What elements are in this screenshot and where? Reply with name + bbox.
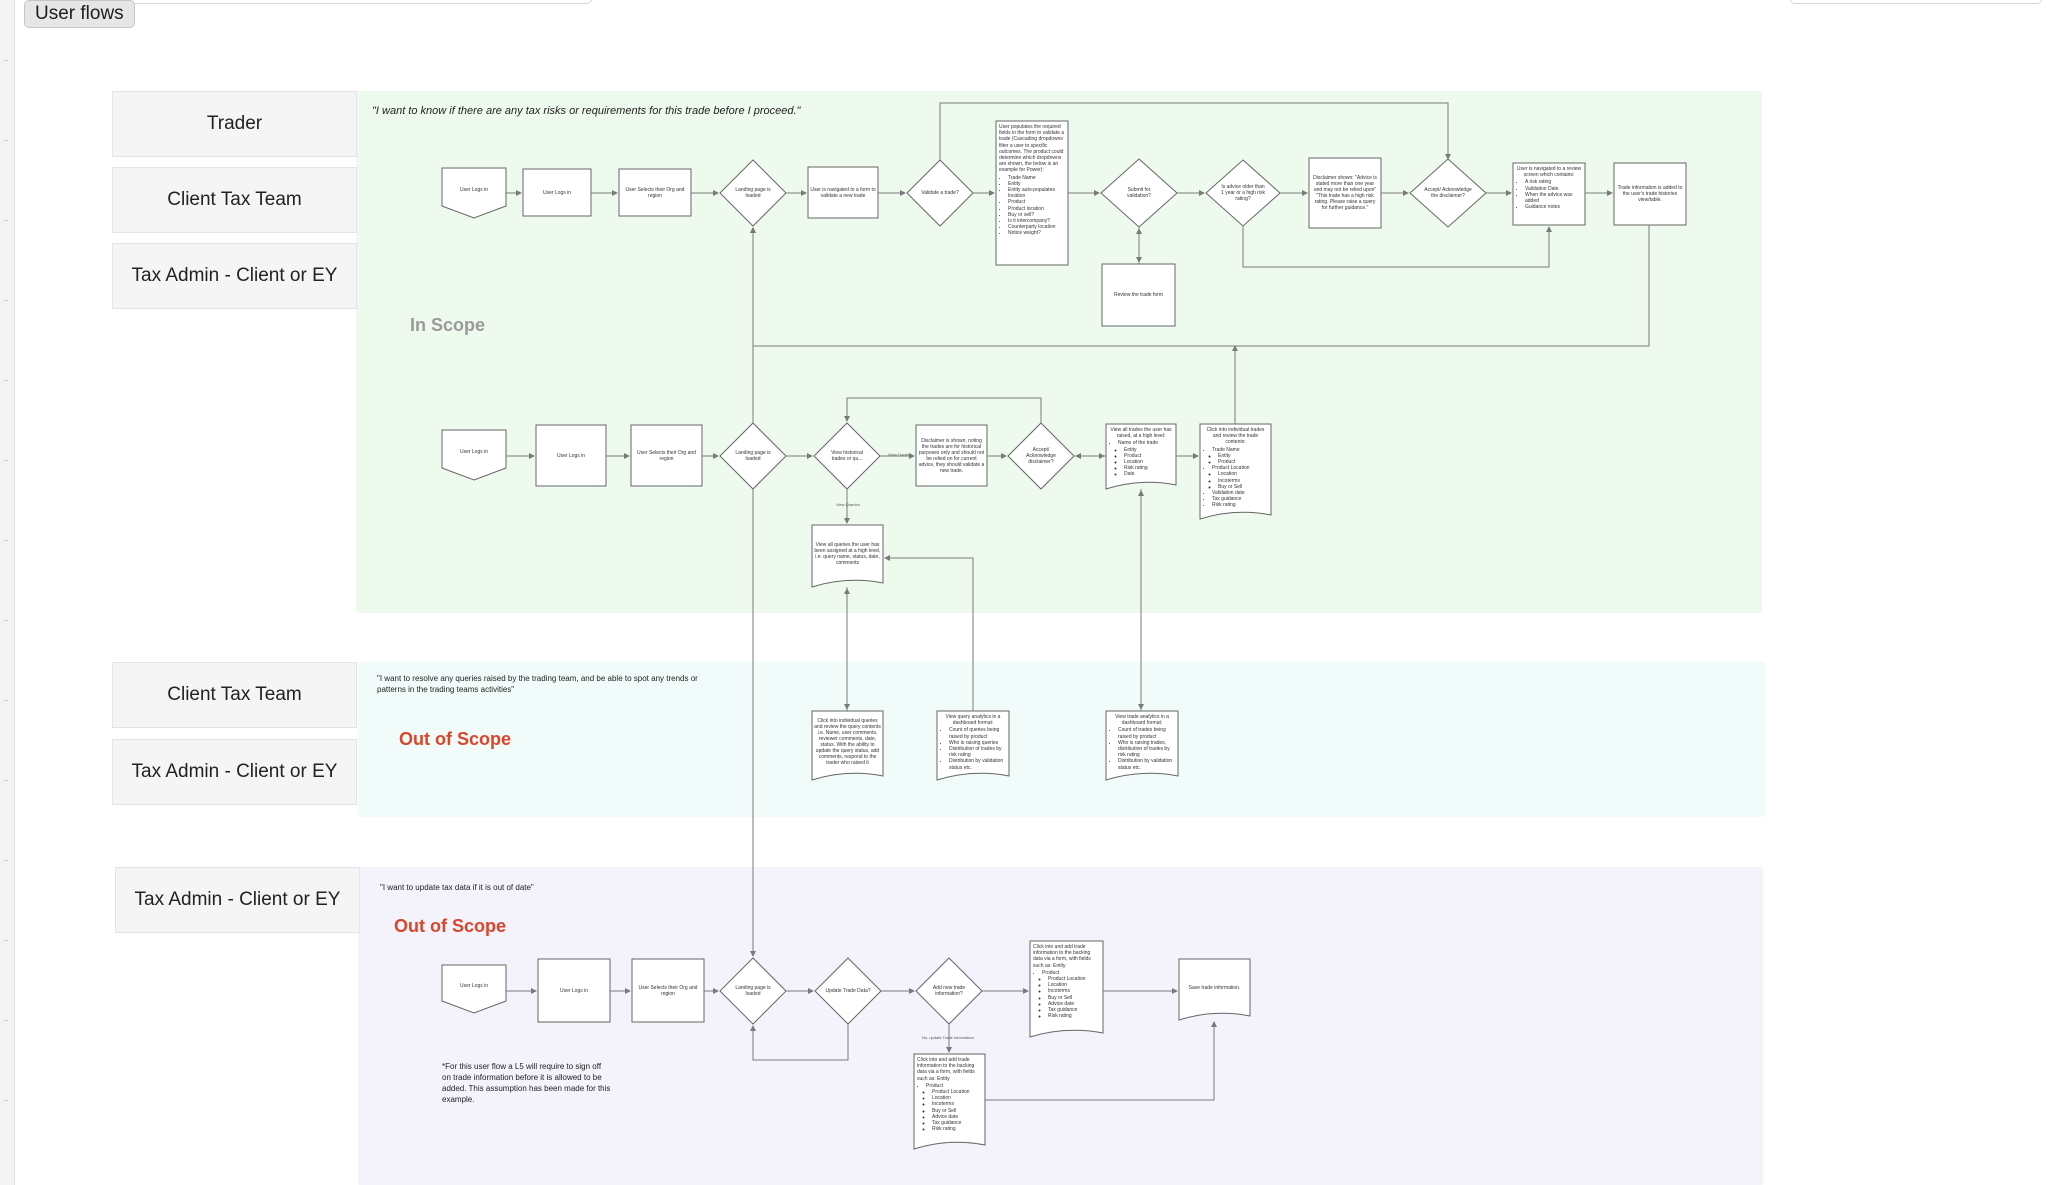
flowB-user-logs-in-2: User Logs in: [556, 452, 586, 459]
flowB-select-org: User Selects their Org and region: [637, 449, 696, 462]
list-item: Risk rating: [932, 1126, 982, 1132]
list-item: Count of queries being raised by product: [949, 727, 1006, 739]
s3-user-logs-in-2: User Logs in: [559, 987, 589, 994]
flowB-accept: Accept/ Acknowledge disclaimer?: [1026, 447, 1056, 465]
flowB-click-trade: Click into individual trades and review …: [1200, 424, 1271, 515]
flowB-view-hist: View historical trades or qu...: [831, 450, 863, 462]
s3-click-add-intro: Click into and add trade information to …: [1033, 944, 1091, 969]
flowA-user-logs-in: User Logs in: [459, 187, 489, 193]
edge-label-view-trades: View Trades: [888, 452, 910, 457]
flowB-click-trade-list: Trade Name Entity Product Product Locati…: [1203, 447, 1268, 509]
s3-click-add-2: Click into and add trade information to …: [914, 1054, 985, 1145]
s2-query-analytics-intro: View query analytics in a dashboard form…: [945, 714, 1001, 727]
list-item: Distribution by validation status etc.: [1118, 758, 1175, 770]
edge-label-view-queries: View Queries: [836, 502, 860, 507]
s3-save: Save trade information.: [1188, 984, 1241, 991]
list-item: Who is raising trades, distribution of t…: [1118, 740, 1175, 759]
list-item: Notice weight?: [1008, 230, 1065, 236]
flowB-view-trades-intro: View all trades the user has raised, at …: [1110, 427, 1172, 440]
list-item: When the advice was added: [1525, 192, 1582, 204]
list-item: Date: [1124, 471, 1173, 477]
flowA-review: Review the trade form: [1114, 292, 1163, 298]
flowA-redirected-intro: User is navigated to a review screen whi…: [1516, 166, 1582, 179]
flowA-disclaimer: Disclaimer shown: "Advice is stated more…: [1313, 175, 1377, 211]
s2-query-analytics: View query analytics in a dashboard form…: [937, 711, 1009, 776]
flowB-click-trade-intro: Click into individual trades and review …: [1206, 427, 1265, 446]
flowB-landing: Landing page is loaded: [735, 450, 771, 462]
flowB-view-trades: View all trades the user has raised, at …: [1106, 424, 1176, 485]
s3-click-add-2-list: Product Product Location Location Incote…: [917, 1083, 982, 1133]
flowA-user-logs-in-2: User Logs in: [542, 189, 572, 196]
s2-trade-analytics: View trade analytics in a dashboard form…: [1106, 711, 1178, 776]
s3-user-logs-in: User Logs in: [459, 983, 489, 989]
flowA-landing: Landing page is loaded: [735, 187, 771, 199]
s3-add-new: Add new trade information?: [932, 985, 966, 997]
flowA-navigated: User is navigated to a form to validate …: [810, 186, 876, 199]
s3-select-org: User Selects their Org and region: [638, 984, 698, 997]
list-item: Count of trades being raised by product: [1118, 727, 1175, 739]
list-item: Entity auto-populates location: [1008, 187, 1065, 199]
flowA-submit: Submit for validation?: [1127, 187, 1151, 199]
s3-click-add: Click into and add trade information to …: [1030, 941, 1103, 1033]
flowB-view-trades-list: Name of the trade Entity Product Locatio…: [1109, 440, 1173, 477]
s2-click-queries: Click into individual queries and review…: [814, 718, 881, 766]
flowA-redirected: User is navigated to a review screen whi…: [1513, 163, 1585, 225]
list-item: Distribution of trades by risk rating: [949, 746, 1006, 758]
flowB-user-logs-in: User Logs in: [459, 449, 489, 455]
flowA-redirected-list: A risk rating Validation Date When the a…: [1516, 179, 1582, 210]
list-item: Risk rating: [1048, 1013, 1100, 1019]
s3-note: *For this user flow a L5 will require to…: [442, 1062, 611, 1104]
flowA-form-intro: User populates the required fields in th…: [999, 124, 1065, 174]
flowB-disclaimer: Disclaimer is shown, noting the trades a…: [918, 437, 985, 474]
s2-query-analytics-list: Count of queries being raised by product…: [940, 727, 1006, 770]
flowA-accept: Accept/ Acknowledge the disclaimer?: [1424, 187, 1472, 199]
flowA-advice-older: Is advice older than 1 year or a high ri…: [1221, 184, 1265, 202]
list-item: Guidance notes: [1525, 204, 1582, 210]
s2-trade-analytics-list: Count of trades being raised by product …: [1109, 727, 1175, 770]
flowB-queries: View all queries the user has been assig…: [814, 542, 881, 566]
s3-click-add-list: Product Product Location Location Incote…: [1033, 970, 1100, 1020]
s3-click-add-2-intro: Click into and add trade information to …: [917, 1057, 975, 1082]
flowA-history: Trade information is added to the user's…: [1617, 185, 1683, 203]
s2-trade-analytics-intro: View trade analytics in a dashboard form…: [1115, 714, 1169, 727]
flowA-form-list: Trade Name Entity Entity auto-populates …: [999, 175, 1065, 237]
flowA-validate: Validate a trade?: [921, 190, 959, 196]
s3-update: Update Trade Data?: [825, 988, 871, 994]
edge-label-update: No, update Trade information: [922, 1035, 974, 1040]
s3-landing: Landing page is loaded: [735, 985, 771, 997]
flowA-select-org: User Selects their Org and region: [625, 186, 685, 199]
list-item: Distribution by validation status etc.: [949, 758, 1006, 770]
flowA-form: User populates the required fields in th…: [996, 121, 1068, 265]
list-item: Risk rating: [1212, 502, 1268, 508]
